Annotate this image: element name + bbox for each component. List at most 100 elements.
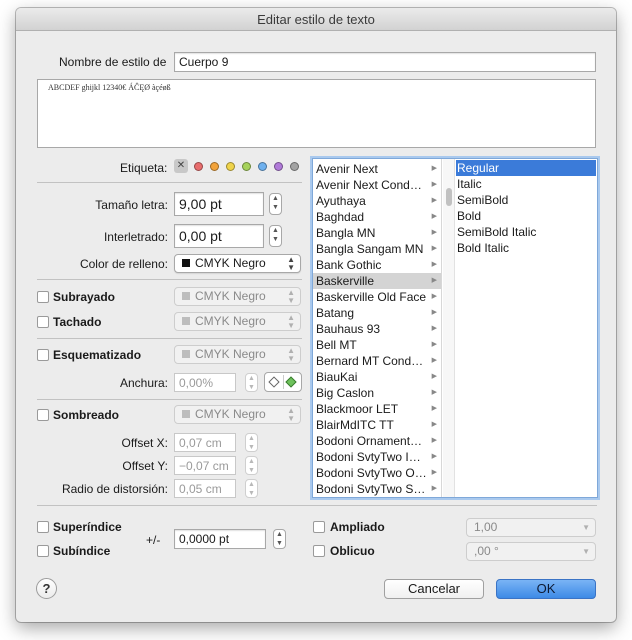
- font-name: Baghdad: [316, 210, 365, 224]
- segment-divider: [283, 375, 284, 389]
- shadow-checkbox[interactable]: [37, 409, 49, 421]
- font-list-item[interactable]: Baskerville Old Face ▶: [313, 289, 441, 305]
- font-list-item[interactable]: Bodoni SvtyTwo I… ▶: [313, 449, 441, 465]
- font-list-item[interactable]: Bauhaus 93 ▶: [313, 321, 441, 337]
- label-color-dot[interactable]: [210, 162, 219, 171]
- offset-x-input[interactable]: 0,07 cm: [174, 433, 236, 452]
- label-color-dot[interactable]: [258, 162, 267, 171]
- arrow-down-icon: ▼: [272, 204, 279, 211]
- font-list-item[interactable]: Baghdad ▶: [313, 209, 441, 225]
- popup-arrows-icon: ▲ ▼: [287, 406, 295, 423]
- label-color-dot[interactable]: [242, 162, 251, 171]
- font-style-item[interactable]: Bold: [456, 208, 596, 224]
- fill-color-label: Color de relleno:: [79, 257, 168, 271]
- leading-input[interactable]: 0,00 pt: [174, 224, 264, 248]
- arrow-right-icon: ▶: [431, 389, 437, 396]
- fill-color-value: CMYK Negro: [195, 256, 266, 270]
- ok-button[interactable]: OK: [496, 579, 596, 599]
- outline-width-stepper[interactable]: ▲ ▼: [245, 373, 258, 392]
- outline-width-input[interactable]: 0,00%: [174, 373, 236, 392]
- oblique-checkbox[interactable]: [313, 545, 325, 557]
- offset-y-input[interactable]: −0,07 cm: [174, 456, 236, 475]
- font-list-item[interactable]: Bank Gothic ▶: [313, 257, 441, 273]
- font-style-item[interactable]: Bold Italic: [456, 240, 596, 256]
- font-list-item[interactable]: Big Caslon ▶: [313, 385, 441, 401]
- arrow-up-icon: ▲: [272, 195, 279, 202]
- cancel-button[interactable]: Cancelar: [384, 579, 484, 599]
- label-color-dot[interactable]: [194, 162, 203, 171]
- diamond-filled-icon[interactable]: [285, 376, 297, 388]
- font-list-item[interactable]: Blackmoor LET ▶: [313, 401, 441, 417]
- outline-label: Esquematizado: [53, 348, 142, 362]
- arrow-right-icon: ▶: [431, 469, 437, 476]
- outline-join-buttons[interactable]: [264, 372, 302, 392]
- font-name: Avenir Next Cond…: [316, 178, 422, 192]
- underline-checkbox[interactable]: [37, 291, 49, 303]
- arrow-right-icon: ▶: [431, 405, 437, 412]
- font-name: Bank Gothic: [316, 258, 382, 272]
- arrow-right-icon: ▶: [431, 357, 437, 364]
- superscript-checkbox[interactable]: [37, 521, 49, 533]
- shadow-label: Sombreado: [53, 408, 120, 422]
- outline-checkbox[interactable]: [37, 349, 49, 361]
- style-name-input[interactable]: Cuerpo 9: [174, 52, 596, 72]
- font-list-item[interactable]: Bangla MN ▶: [313, 225, 441, 241]
- diamond-outline-icon[interactable]: [268, 376, 280, 388]
- blur-radius-input[interactable]: 0,05 cm: [174, 479, 236, 498]
- arrow-right-icon: ▶: [431, 277, 437, 284]
- subscript-checkbox[interactable]: [37, 545, 49, 557]
- popup-arrows-icon: ▲ ▼: [287, 288, 295, 305]
- font-size-stepper[interactable]: ▲ ▼: [269, 193, 282, 215]
- strike-checkbox[interactable]: [37, 316, 49, 328]
- strike-color-popup[interactable]: CMYK Negro ▲ ▼: [174, 312, 301, 331]
- font-list-item[interactable]: Bodoni SvtyTwo S… ▶: [313, 481, 441, 497]
- arrow-down-icon: ▼: [272, 236, 279, 243]
- expanded-checkbox[interactable]: [313, 521, 325, 533]
- font-list-item[interactable]: Batang ▶: [313, 305, 441, 321]
- font-list-item[interactable]: Avenir Next ▶: [313, 161, 441, 177]
- font-list-item[interactable]: BlairMdITC TT ▶: [313, 417, 441, 433]
- underline-color-popup[interactable]: CMYK Negro ▲ ▼: [174, 287, 301, 306]
- font-list-item[interactable]: Avenir Next Cond… ▶: [313, 177, 441, 193]
- font-list-item[interactable]: Bodoni SvtyTwo O… ▶: [313, 465, 441, 481]
- outline-color-popup[interactable]: CMYK Negro ▲ ▼: [174, 345, 301, 364]
- blur-radius-stepper[interactable]: ▲ ▼: [245, 479, 258, 498]
- font-style-item[interactable]: SemiBold Italic: [456, 224, 596, 240]
- font-name: Bodoni SvtyTwo O…: [316, 466, 427, 480]
- leading-stepper[interactable]: ▲ ▼: [269, 225, 282, 247]
- font-list-item[interactable]: Bodoni Ornament… ▶: [313, 433, 441, 449]
- font-list-item[interactable]: Baskerville ▶: [313, 273, 441, 289]
- scrollbar-thumb[interactable]: [446, 188, 452, 206]
- font-list-item[interactable]: Bangla Sangam MN ▶: [313, 241, 441, 257]
- font-list-item[interactable]: Bernard MT Cond… ▶: [313, 353, 441, 369]
- font-list-item[interactable]: Ayuthaya ▶: [313, 193, 441, 209]
- expanded-popup[interactable]: 1,00 ▼: [466, 518, 596, 537]
- fill-color-popup[interactable]: CMYK Negro ▲ ▼: [174, 254, 301, 273]
- font-style-item[interactable]: Italic: [456, 176, 596, 192]
- font-family-list[interactable]: Avenir Next ▶ Avenir Next Cond… ▶ Ayuthaya ▶ B…: [313, 161, 441, 497]
- font-style-item[interactable]: Regular: [456, 160, 596, 176]
- label-color-dot[interactable]: [226, 162, 235, 171]
- font-name: Bodoni SvtyTwo S…: [316, 482, 426, 496]
- shadow-color-popup[interactable]: CMYK Negro ▲ ▼: [174, 405, 301, 424]
- oblique-value: ,00 °: [474, 544, 499, 558]
- color-swatch: [182, 317, 190, 325]
- font-size-input[interactable]: 9,00 pt: [174, 192, 264, 216]
- font-name: Bernard MT Cond…: [316, 354, 424, 368]
- offset-y-stepper[interactable]: ▲ ▼: [245, 456, 258, 475]
- baseline-offset-stepper[interactable]: ▲ ▼: [273, 529, 286, 549]
- label-color-dot[interactable]: [290, 162, 299, 171]
- font-list-scrollbar[interactable]: [443, 159, 455, 497]
- font-name: Blackmoor LET: [316, 402, 399, 416]
- baseline-offset-input[interactable]: 0,0000 pt: [174, 529, 266, 549]
- help-button[interactable]: ?: [36, 578, 57, 599]
- offset-label: +/-: [146, 533, 161, 547]
- font-list-item[interactable]: BiauKai ▶: [313, 369, 441, 385]
- font-style-list[interactable]: Regular Italic SemiBold Bold SemiBold Italic…: [456, 160, 596, 256]
- font-list-item[interactable]: Bell MT ▶: [313, 337, 441, 353]
- label-color-dot[interactable]: [274, 162, 283, 171]
- oblique-popup[interactable]: ,00 ° ▼: [466, 542, 596, 561]
- offset-x-stepper[interactable]: ▲ ▼: [245, 433, 258, 452]
- font-style-item[interactable]: SemiBold: [456, 192, 596, 208]
- label-clear-button[interactable]: ✕: [174, 159, 188, 173]
